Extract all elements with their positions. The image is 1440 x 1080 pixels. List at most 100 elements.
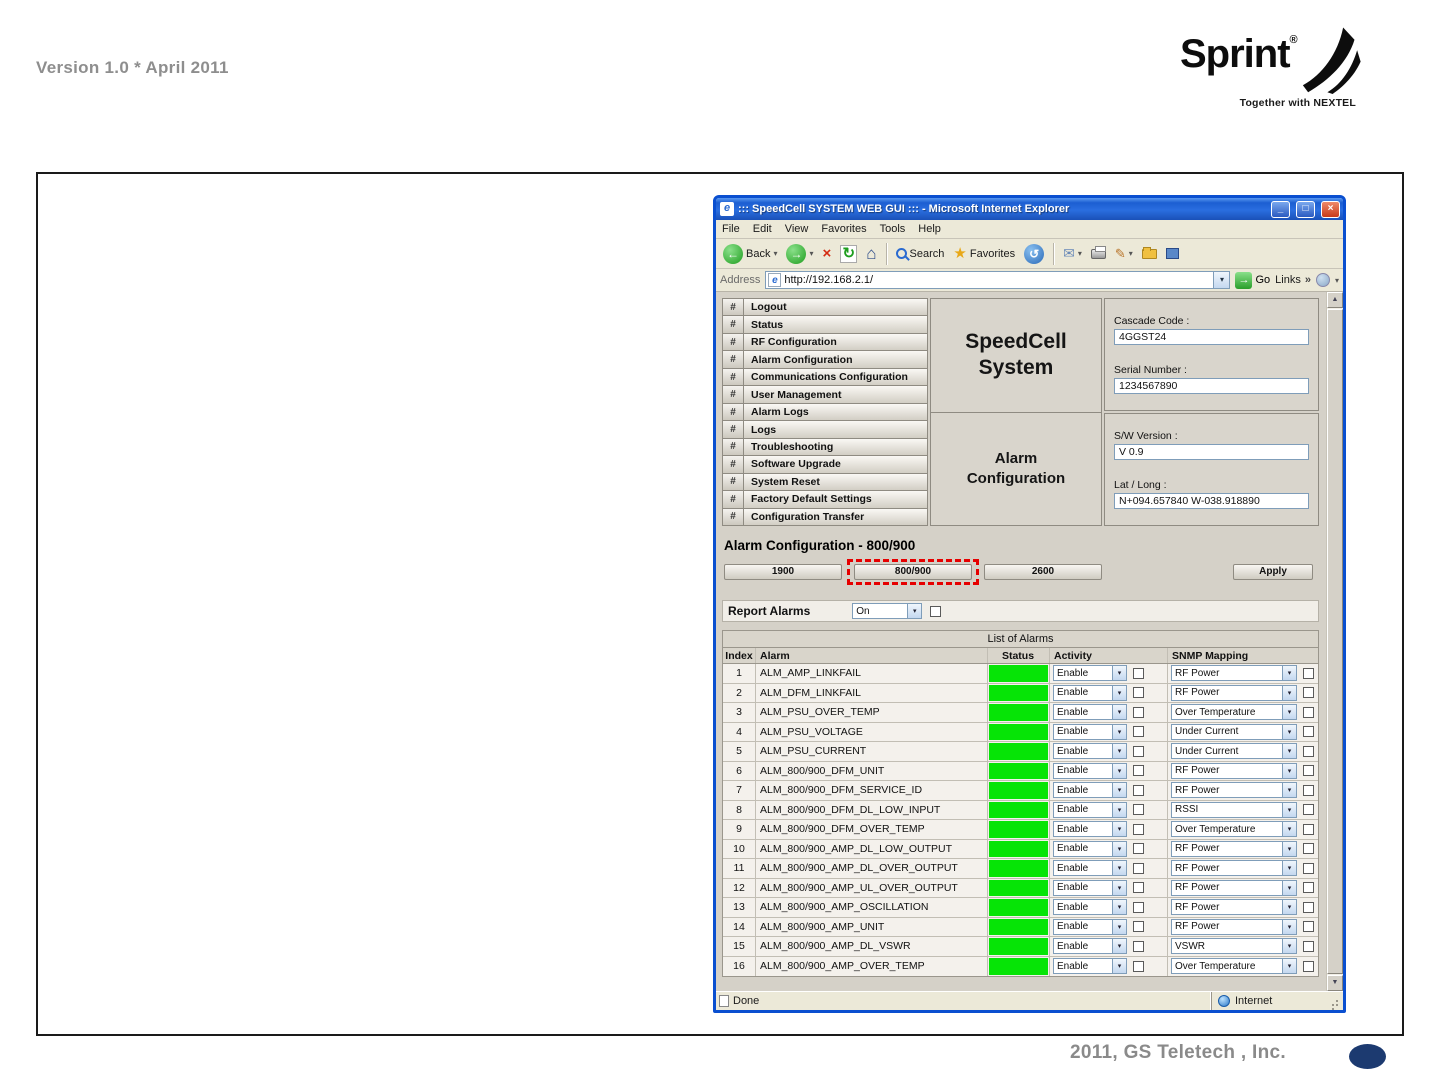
snmp-checkbox[interactable] xyxy=(1303,687,1314,699)
maximize-button[interactable]: □ xyxy=(1296,200,1315,218)
activity-checkbox[interactable] xyxy=(1133,940,1144,952)
snmp-checkbox[interactable] xyxy=(1303,882,1314,894)
activity-select[interactable]: Enable ▾ xyxy=(1053,918,1127,935)
menu-item[interactable]: File xyxy=(722,223,740,235)
snmp-checkbox[interactable] xyxy=(1303,745,1314,757)
activity-checkbox[interactable] xyxy=(1133,745,1144,757)
activity-select[interactable]: Enable ▾ xyxy=(1053,723,1127,740)
activity-checkbox[interactable] xyxy=(1133,804,1144,816)
scroll-down-button[interactable]: ▼ xyxy=(1327,975,1343,991)
activity-select[interactable]: Enable ▾ xyxy=(1053,665,1127,682)
stop-button[interactable]: × xyxy=(821,244,834,264)
menu-item[interactable]: Favorites xyxy=(821,223,866,235)
search-button[interactable]: Search xyxy=(894,247,947,261)
snmp-mapping-select[interactable]: Under Current ▾ xyxy=(1171,723,1297,740)
mail-dropdown-icon[interactable]: ▾ xyxy=(1078,249,1082,258)
discuss-button[interactable] xyxy=(1164,247,1181,260)
nav-item[interactable]: # User Management xyxy=(723,386,927,404)
snmp-checkbox[interactable] xyxy=(1303,862,1314,874)
nav-item[interactable]: # Configuration Transfer xyxy=(723,508,927,526)
address-dropdown-icon[interactable]: ▾ xyxy=(1213,272,1230,288)
activity-checkbox[interactable] xyxy=(1133,726,1144,738)
serial-number-input[interactable]: 1234567890 xyxy=(1114,377,1309,394)
resize-grip[interactable] xyxy=(1327,995,1340,1008)
menu-item[interactable]: Tools xyxy=(880,223,906,235)
refresh-button[interactable]: ↻ xyxy=(838,244,859,264)
address-input[interactable] xyxy=(781,274,1214,286)
snmp-mapping-select[interactable]: RF Power ▾ xyxy=(1171,899,1297,916)
snmp-mapping-select[interactable]: Over Temperature ▾ xyxy=(1171,821,1297,838)
home-button[interactable]: ⌂ xyxy=(864,244,878,264)
activity-select[interactable]: Enable ▾ xyxy=(1053,879,1127,896)
activity-checkbox[interactable] xyxy=(1133,765,1144,777)
activity-checkbox[interactable] xyxy=(1133,901,1144,913)
snmp-checkbox[interactable] xyxy=(1303,960,1314,972)
snmp-checkbox[interactable] xyxy=(1303,667,1314,679)
mail-button[interactable]: ✉ ▾ xyxy=(1061,244,1084,263)
activity-select[interactable]: Enable ▾ xyxy=(1053,782,1127,799)
activity-checkbox[interactable] xyxy=(1133,687,1144,699)
back-dropdown-icon[interactable]: ▾ xyxy=(773,249,777,258)
snmp-mapping-select[interactable]: RF Power ▾ xyxy=(1171,840,1297,857)
snmp-mapping-select[interactable]: RF Power ▾ xyxy=(1171,762,1297,779)
snmp-checkbox[interactable] xyxy=(1303,765,1314,777)
nav-item[interactable]: # Software Upgrade xyxy=(723,456,927,474)
nav-item[interactable]: # Status xyxy=(723,316,927,334)
activity-select[interactable]: Enable ▾ xyxy=(1053,821,1127,838)
nav-item[interactable]: # Logs xyxy=(723,421,927,439)
activity-select[interactable]: Enable ▾ xyxy=(1053,762,1127,779)
activity-select[interactable]: Enable ▾ xyxy=(1053,801,1127,818)
nav-item[interactable]: # System Reset xyxy=(723,473,927,492)
nav-item[interactable]: # Troubleshooting xyxy=(723,438,927,457)
vertical-scrollbar[interactable]: ▲ ▼ xyxy=(1326,292,1343,991)
apply-button[interactable]: Apply xyxy=(1233,564,1313,580)
favorites-button[interactable]: ★ Favorites xyxy=(951,244,1017,264)
activity-select[interactable]: Enable ▾ xyxy=(1053,840,1127,857)
links-icon[interactable] xyxy=(1315,273,1330,287)
activity-select[interactable]: Enable ▾ xyxy=(1053,743,1127,760)
snmp-checkbox[interactable] xyxy=(1303,921,1314,933)
forward-dropdown-icon[interactable]: ▾ xyxy=(809,249,813,258)
activity-checkbox[interactable] xyxy=(1133,882,1144,894)
scrollbar-thumb[interactable] xyxy=(1327,309,1343,974)
snmp-mapping-select[interactable]: RF Power ▾ xyxy=(1171,860,1297,877)
snmp-checkbox[interactable] xyxy=(1303,823,1314,835)
edit-button[interactable]: ✎ ▾ xyxy=(1113,245,1135,263)
snmp-checkbox[interactable] xyxy=(1303,843,1314,855)
back-button[interactable]: ← Back ▾ xyxy=(721,243,779,265)
report-alarms-select[interactable]: On ▾ xyxy=(852,603,923,619)
activity-checkbox[interactable] xyxy=(1133,843,1144,855)
band-button-2600[interactable]: 2600 xyxy=(984,564,1102,580)
activity-select[interactable]: Enable ▾ xyxy=(1053,899,1127,916)
snmp-mapping-select[interactable]: Under Current ▾ xyxy=(1171,743,1297,760)
links-dropdown-icon[interactable]: ▾ xyxy=(1335,276,1339,285)
snmp-mapping-select[interactable]: RSSI ▾ xyxy=(1171,801,1297,818)
band-button-1900[interactable]: 1900 xyxy=(724,564,842,580)
snmp-checkbox[interactable] xyxy=(1303,726,1314,738)
snmp-mapping-select[interactable]: RF Power ▾ xyxy=(1171,665,1297,682)
snmp-mapping-select[interactable]: RF Power ▾ xyxy=(1171,782,1297,799)
lat-long-input[interactable]: N+094.657840 W-038.918890 xyxy=(1114,492,1309,509)
activity-checkbox[interactable] xyxy=(1133,823,1144,835)
cascade-code-input[interactable]: 4GGST24 xyxy=(1114,329,1309,346)
activity-select[interactable]: Enable ▾ xyxy=(1053,704,1127,721)
activity-checkbox[interactable] xyxy=(1133,862,1144,874)
forward-button[interactable]: → ▾ xyxy=(784,243,815,265)
nav-item[interactable]: # Logout xyxy=(723,299,927,317)
snmp-mapping-select[interactable]: RF Power ▾ xyxy=(1171,684,1297,701)
links-button[interactable]: Links » xyxy=(1275,274,1311,286)
snmp-mapping-select[interactable]: RF Power ▾ xyxy=(1171,918,1297,935)
nav-item[interactable]: # RF Configuration xyxy=(723,333,927,352)
scroll-up-button[interactable]: ▲ xyxy=(1327,292,1343,308)
nav-item[interactable]: # Alarm Configuration xyxy=(723,351,927,369)
snmp-mapping-select[interactable]: Over Temperature ▾ xyxy=(1171,958,1297,975)
menu-item[interactable]: View xyxy=(785,223,809,235)
activity-select[interactable]: Enable ▾ xyxy=(1053,938,1127,955)
sw-version-input[interactable]: V 0.9 xyxy=(1114,444,1309,461)
activity-checkbox[interactable] xyxy=(1133,921,1144,933)
activity-select[interactable]: Enable ▾ xyxy=(1053,684,1127,701)
history-button[interactable]: ↺ xyxy=(1022,243,1046,265)
activity-select[interactable]: Enable ▾ xyxy=(1053,958,1127,975)
nav-item[interactable]: # Factory Default Settings xyxy=(723,491,927,509)
snmp-checkbox[interactable] xyxy=(1303,940,1314,952)
